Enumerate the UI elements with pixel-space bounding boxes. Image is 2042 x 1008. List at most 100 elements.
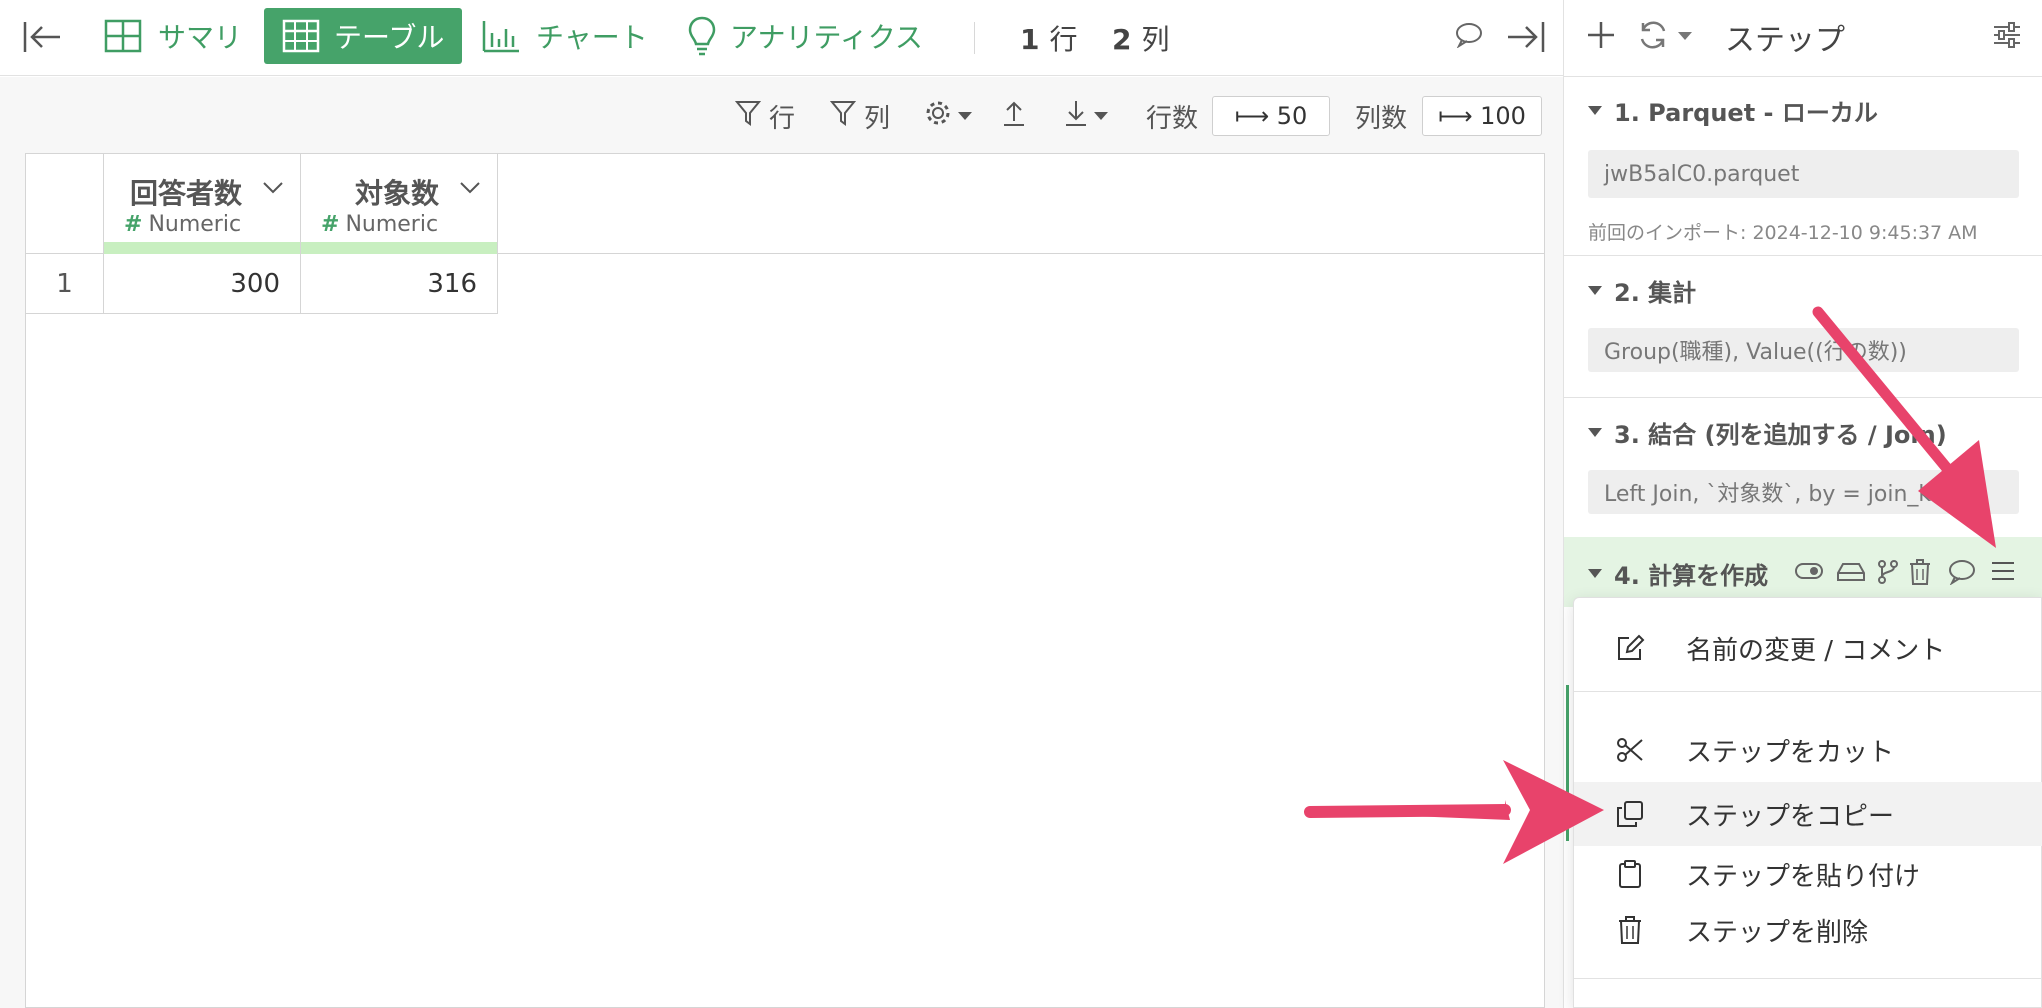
step-1-detail[interactable]: jwB5alC0.parquet: [1588, 150, 2019, 198]
refresh-icon[interactable]: [1638, 20, 1694, 54]
chevron-down-icon[interactable]: [459, 180, 481, 199]
step-context-menu: 名前の変更 / コメント ステップをカット ステップをコピー ステップを貼り付け…: [1573, 597, 2042, 1008]
table-header-row: 回答者数 # Numeric 対象数 # Numeric: [26, 154, 1544, 254]
step-3-label: 3. 結合 (列を追加する / Join): [1614, 420, 1947, 449]
table-cell[interactable]: 300: [104, 254, 301, 314]
menu-icon[interactable]: [1990, 559, 2016, 587]
clipboard-icon: [1574, 859, 1686, 889]
collapse-left-icon[interactable]: [22, 20, 62, 58]
collapse-right-icon[interactable]: [1506, 20, 1546, 58]
column-profile-bar: [301, 242, 497, 254]
menu-item-rename[interactable]: 名前の変更 / コメント: [1574, 616, 2042, 680]
bar-chart-icon: [482, 19, 520, 53]
filter-icon: [829, 99, 857, 134]
upload-button[interactable]: [1002, 96, 1026, 136]
step-3-header[interactable]: 3. 結合 (列を追加する / Join): [1564, 414, 2042, 450]
toolbar-divider: [974, 22, 975, 54]
caret-down-icon[interactable]: [1588, 105, 1602, 115]
caret-down-icon[interactable]: [1588, 285, 1602, 295]
menu-item-label: ステップを削除: [1686, 917, 1869, 948]
step-1-label: 1. Parquet - ローカル: [1614, 98, 1878, 127]
menu-item-label: 名前の変更 / コメント: [1686, 635, 1946, 666]
menu-divider: [1574, 691, 2042, 692]
caret-down-icon: [1094, 112, 1108, 120]
step-4-editor-edge: [1566, 685, 1569, 841]
filter-columns-button[interactable]: 列: [829, 96, 890, 136]
menu-item-label: ステップをコピー: [1686, 801, 1895, 832]
step-2-header[interactable]: 2. 集計: [1564, 272, 2042, 308]
trash-icon: [1574, 915, 1686, 945]
upload-icon: [1002, 99, 1026, 134]
comment-icon[interactable]: [1455, 22, 1483, 52]
column-count: 2列: [1112, 23, 1170, 56]
column-header-respondents[interactable]: 回答者数 # Numeric: [104, 154, 301, 254]
gear-icon: [924, 99, 952, 134]
numeric-type-icon: #: [124, 212, 143, 237]
filter-rows-button[interactable]: 行: [734, 96, 795, 136]
cols-limit-label: 列数: [1355, 103, 1408, 134]
plus-icon[interactable]: [1586, 20, 1616, 54]
copy-icon: [1574, 800, 1686, 828]
tab-table-label: テーブル: [334, 21, 445, 54]
scissors-icon: [1574, 736, 1686, 764]
step-4-label: 4. 計算を作成: [1614, 561, 1769, 590]
column-type: # Numeric: [124, 212, 242, 237]
rows-limit-input[interactable]: ⟼ 50: [1212, 96, 1330, 136]
menu-item-label: ステップをカット: [1686, 737, 1895, 768]
cols-limit-input[interactable]: ⟼ 100: [1422, 96, 1542, 136]
settings-dropdown[interactable]: [924, 96, 972, 136]
divider: [1564, 255, 2042, 256]
column-name: 対象数: [355, 177, 440, 210]
tab-table[interactable]: テーブル: [264, 8, 463, 64]
divider: [1564, 397, 2042, 398]
lightbulb-icon: [688, 16, 716, 56]
step-1-meta: 前回のインポート: 2024-12-10 9:45:37 AM: [1588, 222, 1978, 244]
comment-icon[interactable]: [1948, 559, 1976, 589]
rows-limit-label: 行数: [1146, 103, 1199, 134]
edit-icon: [1574, 633, 1686, 663]
menu-item-paste[interactable]: ステップを貼り付け: [1574, 842, 2042, 906]
menu-item-copy[interactable]: ステップをコピー: [1574, 782, 2042, 846]
tab-analytics-label: アナリティクス: [730, 21, 923, 54]
filter-icon: [734, 99, 762, 134]
sliders-icon[interactable]: [1992, 20, 2022, 54]
caret-down-icon[interactable]: [1588, 568, 1602, 578]
step-2-label: 2. 集計: [1614, 278, 1697, 307]
row-count: 1行: [1020, 23, 1078, 56]
step-3-detail[interactable]: Left Join, `対象数`, by = join_key...: [1588, 470, 2019, 514]
cache-icon[interactable]: [1836, 559, 1866, 587]
tab-summary-label: サマリ: [158, 21, 243, 54]
column-profile-bar: [104, 242, 300, 254]
panel-title: ステップ: [1725, 23, 1845, 58]
numeric-type-icon: #: [321, 212, 340, 237]
column-name: 回答者数: [130, 177, 243, 210]
toggle-icon[interactable]: [1794, 559, 1824, 587]
row-index-header: [26, 154, 104, 254]
row-index: 1: [26, 254, 104, 314]
divider: [1564, 76, 2042, 77]
top-bar: サマリ テーブル チャート アナリティクス 1行 2列: [0, 0, 1563, 76]
step-2-detail[interactable]: Group(職種), Value((行の数)): [1588, 328, 2019, 372]
branch-icon[interactable]: [1876, 559, 1900, 589]
table-icon: [282, 19, 320, 53]
menu-item-delete[interactable]: ステップを削除: [1574, 898, 2042, 962]
tab-summary[interactable]: サマリ: [104, 8, 242, 64]
caret-down-icon[interactable]: [1588, 427, 1602, 437]
table-area: 回答者数 # Numeric 対象数 # Numeric 1 300 316: [0, 153, 1563, 1008]
column-type: # Numeric: [321, 212, 439, 237]
tab-chart[interactable]: チャート: [482, 8, 648, 64]
download-icon: [1064, 99, 1088, 134]
menu-item-cut[interactable]: ステップをカット: [1574, 718, 2042, 782]
menu-item-label: ステップを貼り付け: [1686, 861, 1921, 892]
caret-down-icon: [958, 112, 972, 120]
data-table: 回答者数 # Numeric 対象数 # Numeric 1 300 316: [25, 153, 1545, 1008]
menu-divider: [1574, 978, 2042, 979]
grid-icon: [104, 19, 142, 53]
column-header-targets[interactable]: 対象数 # Numeric: [301, 154, 498, 254]
table-cell[interactable]: 316: [301, 254, 498, 314]
download-dropdown[interactable]: [1064, 96, 1108, 136]
step-1-header[interactable]: 1. Parquet - ローカル: [1564, 92, 2042, 128]
trash-icon[interactable]: [1909, 559, 1931, 589]
chevron-down-icon[interactable]: [262, 180, 284, 199]
tab-analytics[interactable]: アナリティクス: [688, 8, 923, 64]
